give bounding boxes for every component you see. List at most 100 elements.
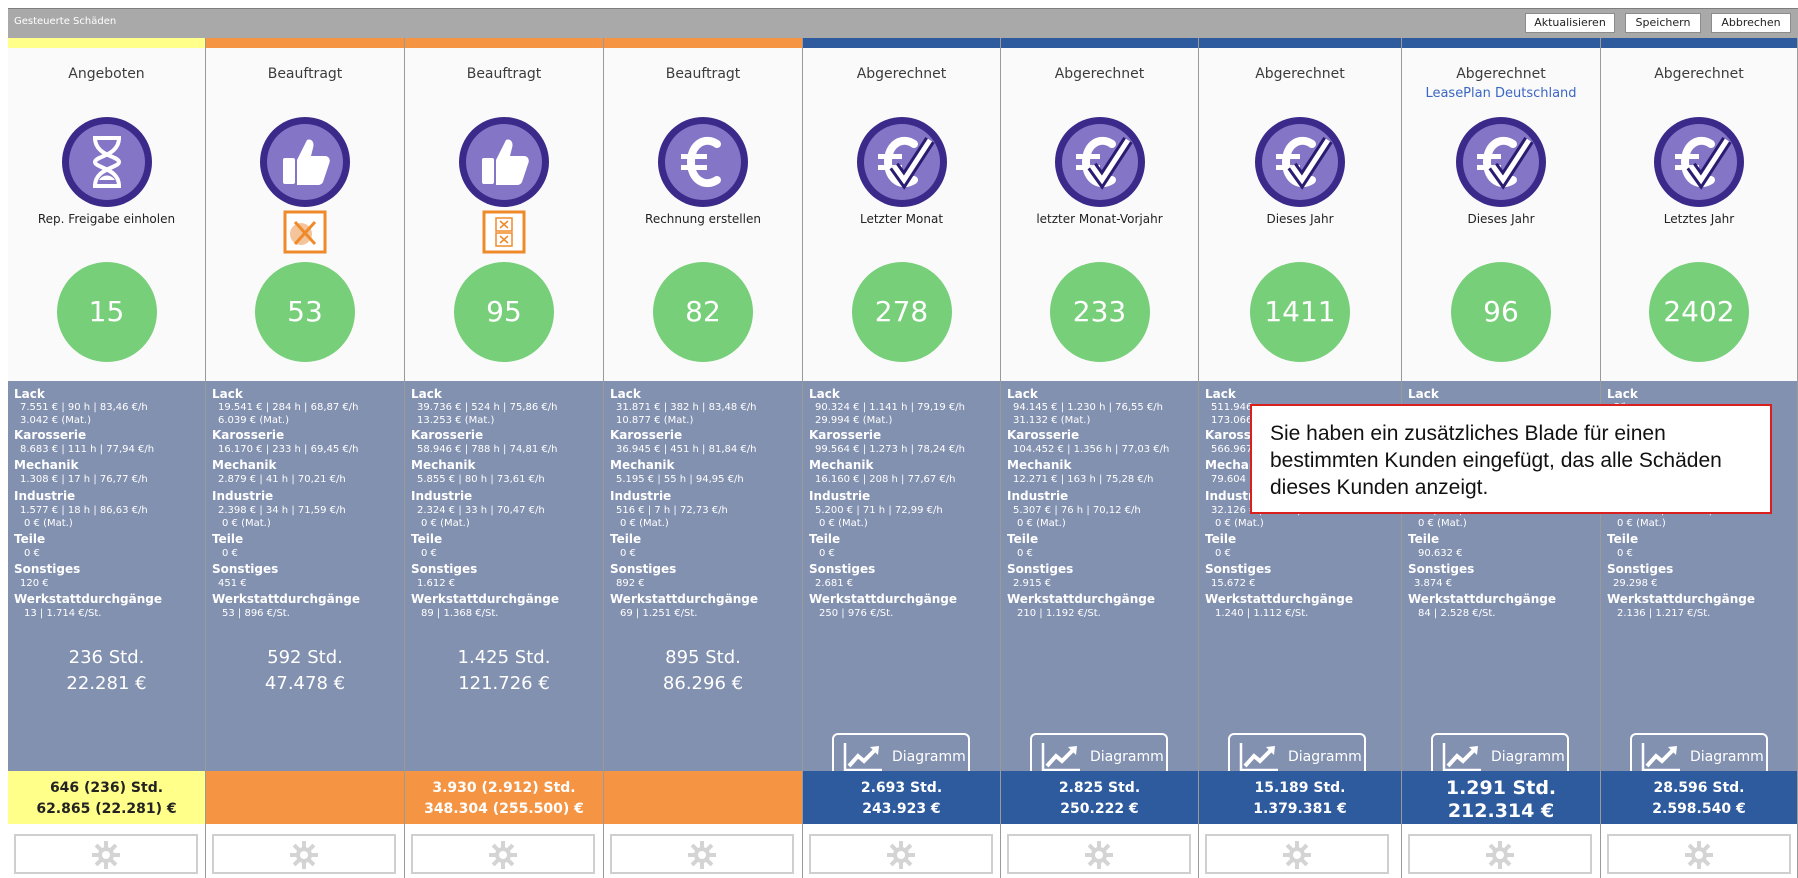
blade-settings-button[interactable]	[610, 834, 794, 874]
sonstiges-line: 2.681 €	[815, 578, 854, 589]
window-title: Gesteuerte Schäden	[14, 16, 117, 27]
total-hours: 1.425 Std.	[457, 647, 551, 668]
footer-hours: 15.189 Std.	[1254, 780, 1346, 796]
blade-footer-totals: 1.291 Std. 212.314 €	[1402, 771, 1600, 824]
teile-heading: Teile	[1607, 532, 1639, 546]
blade-status-title: Beauftragt	[466, 66, 542, 82]
hourglass-icon	[59, 114, 155, 210]
teile-line: 0 €	[1617, 548, 1633, 559]
mechanik-heading: Mechanik	[809, 458, 874, 472]
warning-box-icon[interactable]	[482, 210, 526, 254]
status-blade[interactable]: Beauftragt 53 Lack 19.541 € | 284 h | 68…	[206, 38, 405, 878]
industrie-heading: Industrie	[411, 489, 473, 503]
karosserie-line: 566.967	[1211, 444, 1253, 455]
status-blade[interactable]: Abgerechnet Letzter Monat 278 Lack 90.32…	[803, 38, 1001, 878]
chart-icon	[1239, 743, 1278, 772]
blade-settings-button[interactable]	[14, 834, 198, 874]
save-button[interactable]: Speichern	[1625, 13, 1701, 33]
blade-header: Beauftragt 95	[405, 48, 603, 381]
blade-settings-button[interactable]	[1607, 834, 1791, 874]
lack-labour-line: 94.145 € | 1.230 h | 76,55 €/h	[1013, 402, 1164, 413]
refresh-button[interactable]: Aktualisieren	[1525, 13, 1615, 33]
blade-filter-label: Dieses Jahr	[1266, 212, 1334, 226]
status-blade[interactable]: Beauftragt Rechnung erstellen 82 Lack 31…	[604, 38, 803, 878]
total-hours: 236 Std.	[68, 647, 145, 668]
blade-settings-button[interactable]	[1205, 834, 1389, 874]
count-circle[interactable]: 95	[454, 262, 554, 362]
blade-filter-label: Rep. Freigabe einholen	[37, 212, 176, 226]
sonstiges-heading: Sonstiges	[212, 562, 279, 576]
lack-labour-line: 39.736 € | 524 h | 75,86 €/h	[417, 402, 558, 413]
status-blade[interactable]: Angeboten Rep. Freigabe einholen 15 Lack…	[8, 38, 206, 878]
status-color-strip	[206, 38, 404, 48]
blade-filter-label: Rechnung erstellen	[645, 212, 761, 226]
teile-heading: Teile	[809, 532, 841, 546]
industrie-labour-line: 5.307 € | 76 h | 70,12 €/h	[1013, 505, 1141, 516]
status-blade[interactable]: Abgerechnet letzter Monat-Vorjahr 233 La…	[1001, 38, 1199, 878]
industrie-material-line: 0 € (Mat.)	[24, 518, 73, 529]
mechanik-line: 79.604	[1211, 474, 1246, 485]
total-hours: 895 Std.	[665, 647, 741, 668]
blade-footer-totals: 3.930 (2.912) Std. 348.304 (255.500) €	[405, 771, 603, 824]
teile-heading: Teile	[1007, 532, 1039, 546]
blade-details: Lack 7.551 € | 90 h | 83,46 €/h 3.042 € …	[8, 381, 205, 771]
werkstatt-line: 250 | 976 €/St.	[819, 608, 894, 619]
blade-settings-button[interactable]	[1408, 834, 1592, 874]
count-circle[interactable]: 1411	[1250, 262, 1350, 362]
blade-header: Abgerechnet letzter Monat-Vorjahr 233	[1001, 48, 1198, 381]
sonstiges-heading: Sonstiges	[411, 562, 478, 576]
cancel-button[interactable]: Abbrechen	[1711, 13, 1791, 33]
count-circle[interactable]: 233	[1049, 262, 1150, 362]
industrie-material-line: 0 € (Mat.)	[1215, 518, 1264, 529]
footer-amount: 348.304 (255.500) €	[424, 801, 584, 817]
status-color-strip	[1601, 38, 1797, 48]
count-circle[interactable]: 2402	[1649, 262, 1749, 362]
euro-icon	[655, 114, 751, 210]
industrie-material-line: 0 € (Mat.)	[1617, 518, 1666, 529]
count-circle[interactable]: 82	[653, 262, 753, 362]
status-color-strip	[1001, 38, 1198, 48]
karosserie-heading: Karosserie	[14, 428, 87, 442]
blade-filter-label: letzter Monat-Vorjahr	[1036, 212, 1163, 226]
count-circle[interactable]: 53	[255, 262, 355, 362]
blade-settings-button[interactable]	[809, 834, 993, 874]
blade-details: Lack 31.871 € | 382 h | 83,48 €/h 10.877…	[604, 381, 802, 771]
industrie-material-line: 0 € (Mat.)	[819, 518, 868, 529]
sonstiges-heading: Sonstiges	[1205, 562, 1272, 576]
blade-footer-totals: 2.693 Std. 243.923 €	[803, 771, 1000, 824]
count-circle[interactable]: 15	[56, 262, 157, 362]
karosserie-line: 16.170 € | 233 h | 69,45 €/h	[218, 444, 359, 455]
industrie-material-line: 0 € (Mat.)	[1017, 518, 1066, 529]
teile-line: 0 €	[24, 548, 40, 559]
teile-heading: Teile	[212, 532, 244, 546]
blade-settings-button[interactable]	[411, 834, 595, 874]
footer-amount: 2.598.540 €	[1652, 801, 1746, 817]
blade-footer-totals: 2.825 Std. 250.222 €	[1001, 771, 1198, 824]
status-blade[interactable]: Beauftragt 95 Lack 39.736 € | 524 h | 75…	[405, 38, 604, 878]
blade-customer-subtitle: LeasePlan Deutschland	[1425, 86, 1577, 101]
status-color-strip	[1402, 38, 1600, 48]
sonstiges-heading: Sonstiges	[14, 562, 81, 576]
blade-status-title: Abgerechnet	[1054, 66, 1145, 82]
teile-heading: Teile	[1408, 532, 1440, 546]
total-amount: 47.478 €	[264, 673, 346, 694]
industrie-labour-line: 2.324 € | 33 h | 70,47 €/h	[417, 505, 545, 516]
karosserie-line: 58.946 € | 788 h | 74,81 €/h	[417, 444, 558, 455]
footer-amount: 62.865 (22.281) €	[36, 801, 177, 817]
mechanik-heading: Mechanik	[1007, 458, 1072, 472]
blade-header: Abgerechnet Letztes Jahr 2402	[1601, 48, 1797, 381]
count-circle[interactable]: 278	[851, 262, 952, 362]
thumbs-up-icon	[456, 114, 552, 210]
sonstiges-line: 1.612 €	[417, 578, 456, 589]
warning-tool-icon[interactable]	[283, 210, 327, 254]
mechanik-line: 5.195 € | 55 h | 94,95 €/h	[616, 474, 744, 485]
blade-settings-button[interactable]	[1007, 834, 1191, 874]
blade-status-title: Abgerechnet	[1654, 66, 1744, 82]
werkstatt-line: 69 | 1.251 €/St.	[620, 608, 698, 619]
mechanik-heading: Mechanik	[14, 458, 79, 472]
werkstatt-heading: Werkstattdurchgänge	[14, 592, 162, 606]
sonstiges-line: 3.874 €	[1414, 578, 1453, 589]
status-color-strip	[803, 38, 1000, 48]
blade-settings-button[interactable]	[212, 834, 396, 874]
count-circle[interactable]: 96	[1451, 262, 1551, 362]
